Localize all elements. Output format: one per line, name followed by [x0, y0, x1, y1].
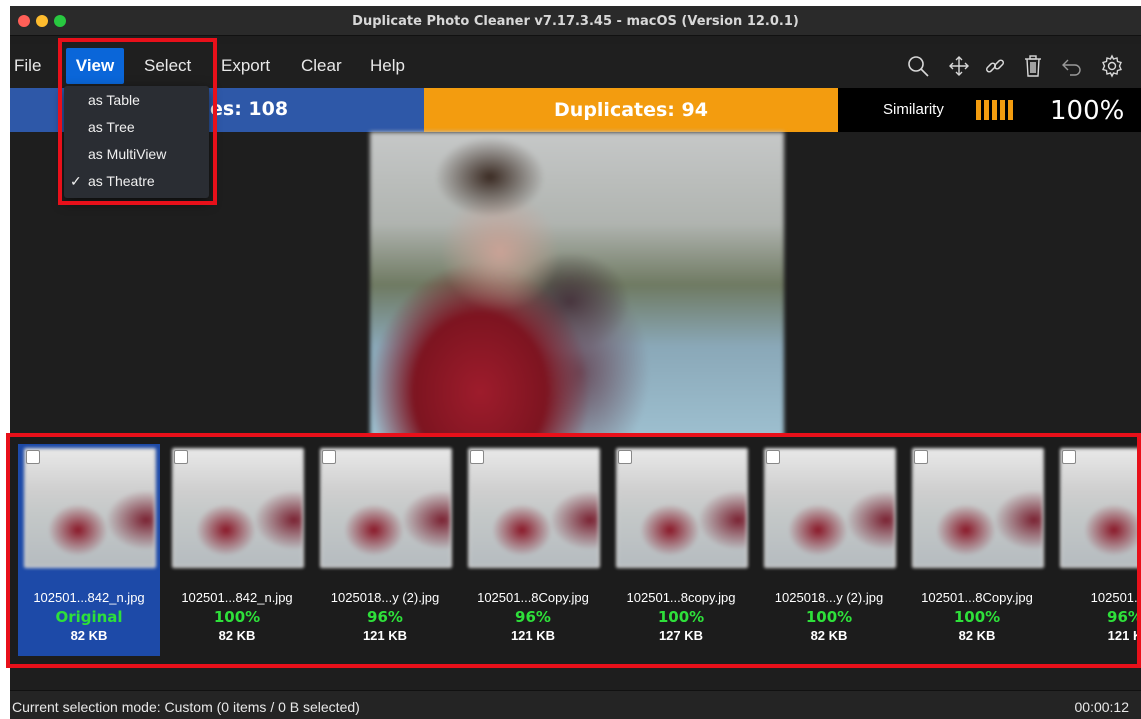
similarity-level-segment	[1000, 100, 1005, 120]
similarity-bar: Similarity 100%	[838, 88, 1141, 132]
settings-icon[interactable]	[1100, 54, 1124, 78]
move-icon[interactable]	[947, 54, 971, 78]
similarity-level-segment	[976, 100, 981, 120]
highlight-thumbnail-strip	[6, 433, 1141, 668]
similarity-label: Similarity	[883, 101, 944, 118]
selection-mode-status: Current selection mode: Custom (0 items …	[12, 699, 360, 715]
similarity-level-segment	[984, 100, 989, 120]
undo-icon[interactable]	[1060, 54, 1084, 78]
similarity-value: 100%	[1050, 96, 1125, 126]
similarity-level-meter[interactable]	[976, 100, 1056, 120]
window-title: Duplicate Photo Cleaner v7.17.3.45 - mac…	[352, 14, 799, 29]
title-bar: Duplicate Photo Cleaner v7.17.3.45 - mac…	[10, 6, 1141, 36]
elapsed-time: 00:00:12	[1074, 699, 1130, 715]
search-icon[interactable]	[906, 54, 930, 78]
menu-clear[interactable]: Clear	[301, 56, 342, 76]
link-icon[interactable]	[983, 54, 1007, 78]
similarity-level-segment	[992, 100, 997, 120]
menu-export[interactable]: Export	[221, 56, 270, 76]
menu-help[interactable]: Help	[370, 56, 405, 76]
menu-file[interactable]: File	[14, 56, 41, 76]
duplicates-count-bar: Duplicates: 94	[424, 88, 838, 132]
duplicates-count-label: Duplicates: 94	[554, 99, 708, 121]
highlight-view-menu	[58, 38, 217, 205]
photo-preview[interactable]	[370, 132, 784, 438]
status-bar: Current selection mode: Custom (0 items …	[10, 690, 1141, 719]
trash-icon[interactable]	[1021, 54, 1045, 78]
similarity-level-segment	[1008, 100, 1013, 120]
files-count-label: es: 108	[210, 98, 289, 120]
